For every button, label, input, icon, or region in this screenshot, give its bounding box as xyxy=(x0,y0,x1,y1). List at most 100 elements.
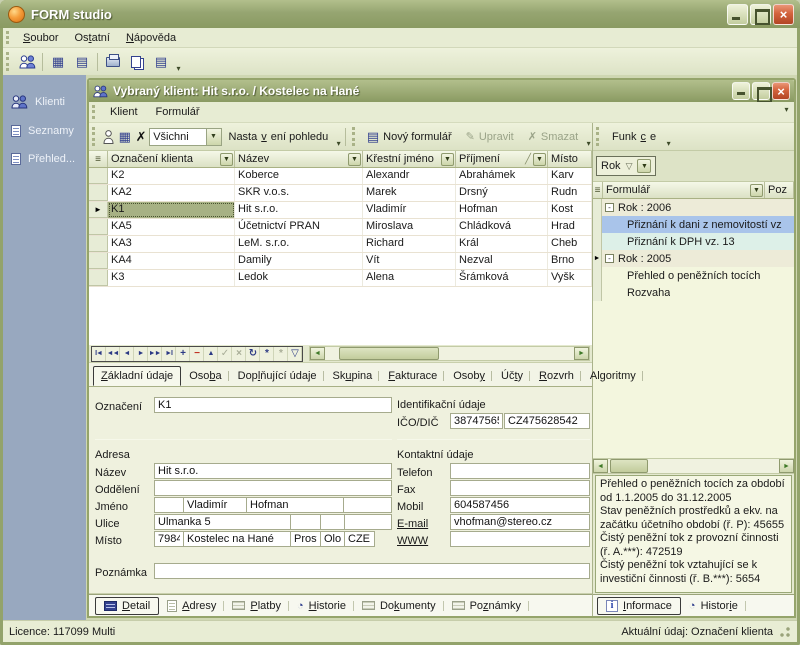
titlebar[interactable]: FORM studio × xyxy=(0,0,800,28)
psc-field[interactable] xyxy=(154,531,184,547)
toolbar-overflow-chevron[interactable]: ▾ xyxy=(335,123,342,150)
poznamka-field[interactable] xyxy=(154,563,590,579)
nav-post-button[interactable]: ✓ xyxy=(218,347,232,361)
group-filter-rok[interactable]: Rok ▽ ▼ xyxy=(596,156,656,176)
menu-overflow-chevron[interactable]: ▾ xyxy=(781,105,792,116)
nav-first-button[interactable]: I◄ xyxy=(92,347,106,361)
dic-field[interactable] xyxy=(504,413,590,429)
column-header-misto[interactable]: Místo xyxy=(548,151,592,167)
email-link-label[interactable]: E-mail xyxy=(397,516,428,530)
table-row-selected[interactable]: ► K1 Hit s.r.o. Vladimír Hofman Kost xyxy=(89,202,592,219)
table-row[interactable]: KA5 Účetnictví PRAN Miroslava Chládková … xyxy=(89,219,592,236)
table-row[interactable]: KA3 LeM. s.r.o. Richard Král Cheb xyxy=(89,236,592,253)
toolbar-grip[interactable] xyxy=(92,127,96,146)
print-icon[interactable] xyxy=(102,52,124,72)
tab-fakturace[interactable]: Fakturace xyxy=(380,366,445,386)
tab-informace[interactable]: i Informace xyxy=(597,597,681,615)
forms-horizontal-scrollbar[interactable]: ◄ ► xyxy=(593,458,794,474)
toolbar-grip[interactable] xyxy=(596,127,601,146)
tab-osoby[interactable]: Osoby xyxy=(445,366,493,386)
titul-pred-field[interactable] xyxy=(154,497,184,513)
cancel-filter-icon[interactable]: ✗ xyxy=(134,127,148,147)
list-item[interactable]: Přehled o peněžních tocích xyxy=(593,267,794,284)
tab-platby[interactable]: Platby xyxy=(224,598,289,614)
collapse-icon[interactable]: - xyxy=(605,254,614,263)
list-item-selected[interactable]: Přiznání k dani z nemovitostí vz xyxy=(593,216,794,233)
clients-icon[interactable] xyxy=(16,52,38,72)
nav-cancel-button[interactable]: × xyxy=(232,347,246,361)
building-icon[interactable]: ▦ xyxy=(118,127,132,147)
calculator-icon[interactable]: ▦ xyxy=(47,52,69,72)
table-row[interactable]: KA2 SKR v.o.s. Marek Drsný Rudn xyxy=(89,185,592,202)
fax-field[interactable] xyxy=(450,480,590,496)
menu-soubor[interactable]: Soubor xyxy=(15,30,66,46)
client-window-titlebar[interactable]: Vybraný klient: Hit s.r.o. / Kostelec na… xyxy=(89,80,794,102)
titul-za-field[interactable] xyxy=(343,497,392,513)
okres-field[interactable] xyxy=(290,531,321,547)
www-link-label[interactable]: WWW xyxy=(397,533,428,547)
www-field[interactable] xyxy=(450,531,590,547)
maximize-button[interactable] xyxy=(750,4,771,25)
stat-field[interactable] xyxy=(344,531,375,547)
child-minimize-button[interactable] xyxy=(732,82,750,100)
jmeno-field[interactable] xyxy=(183,497,247,513)
nav-next-page-button[interactable]: ►► xyxy=(148,347,162,361)
table-row[interactable]: K3 Ledok Alena Šrámková Vyšk xyxy=(89,270,592,287)
column-dropdown-icon[interactable]: ▼ xyxy=(348,153,361,166)
menu-klient[interactable]: Klient xyxy=(101,104,147,120)
collapse-icon[interactable]: - xyxy=(605,203,614,212)
grid-horizontal-scrollbar[interactable]: ◄ ► xyxy=(309,346,590,361)
copies-icon[interactable] xyxy=(126,52,148,72)
menu-ostatni[interactable]: Ostatní xyxy=(66,30,117,46)
email-field[interactable] xyxy=(450,514,590,530)
nav-insert-button[interactable]: + xyxy=(176,347,190,361)
oddeleni-field[interactable] xyxy=(154,480,392,496)
column-select-button[interactable]: ≡ xyxy=(593,182,603,198)
column-select-button[interactable]: ≡ xyxy=(89,151,108,167)
list-item[interactable]: Rozvaha xyxy=(593,284,794,301)
tab-ucty[interactable]: Účty xyxy=(493,366,531,386)
calendar-icon[interactable]: ▤ xyxy=(71,52,93,72)
nav-delete-button[interactable]: − xyxy=(190,347,204,361)
scroll-left-icon[interactable]: ◄ xyxy=(310,347,325,360)
scroll-right-icon[interactable]: ► xyxy=(574,347,589,360)
scroll-right-icon[interactable]: ► xyxy=(779,459,794,473)
view-filter-combo[interactable]: Všichni ▼ xyxy=(149,128,221,146)
sidebar-item-prehled[interactable]: Přehled... xyxy=(3,145,86,173)
nav-last-button[interactable]: ►I xyxy=(162,347,176,361)
tab-algoritmy[interactable]: Algoritmy xyxy=(582,366,644,386)
toolbar-overflow-chevron[interactable]: ▾ xyxy=(585,123,592,150)
close-button[interactable]: × xyxy=(773,4,794,25)
tab-detail[interactable]: Detail xyxy=(95,597,159,615)
tab-poznamky[interactable]: Poznámky xyxy=(444,598,529,614)
form-list-icon[interactable]: ▤ xyxy=(150,52,172,72)
resize-grip[interactable] xyxy=(779,626,791,638)
tab-historie[interactable]: ◔ Historie xyxy=(289,598,354,614)
minimize-button[interactable] xyxy=(727,4,748,25)
ulice-field[interactable] xyxy=(154,514,291,530)
tab-adresy[interactable]: Adresy xyxy=(159,598,224,614)
nav-goto-bookmark-button[interactable]: * xyxy=(274,347,288,361)
group-row-marked[interactable]: ► - Rok : 2005 xyxy=(593,250,794,267)
oznaceni-field[interactable] xyxy=(154,397,392,413)
toolbar-overflow-chevron[interactable]: ▾ xyxy=(663,123,674,150)
column-header-krestni[interactable]: Křestní jméno ▼ xyxy=(363,151,456,167)
list-item[interactable]: Přiznání k DPH vz. 13 xyxy=(593,233,794,250)
column-dropdown-icon[interactable]: ▼ xyxy=(750,184,763,197)
cislo-field[interactable] xyxy=(290,514,321,530)
mobil-field[interactable] xyxy=(450,497,590,513)
person-icon[interactable] xyxy=(101,127,115,147)
column-header-nazev[interactable]: Název ▼ xyxy=(235,151,363,167)
prijmeni-field[interactable] xyxy=(246,497,344,513)
nazev-field[interactable] xyxy=(154,463,392,479)
nav-bookmark-button[interactable]: * xyxy=(260,347,274,361)
sidebar-item-seznamy[interactable]: Seznamy xyxy=(3,117,86,145)
column-dropdown-icon[interactable]: ▼ xyxy=(220,153,233,166)
ico-field[interactable] xyxy=(450,413,503,429)
telefon-field[interactable] xyxy=(450,463,590,479)
scrollbar-thumb[interactable] xyxy=(610,459,648,473)
column-header-poznamka[interactable]: Poz xyxy=(765,182,794,198)
nav-next-button[interactable]: ► xyxy=(134,347,148,361)
tab-skupina[interactable]: Skupina xyxy=(325,366,381,386)
kraj-field[interactable] xyxy=(320,531,345,547)
